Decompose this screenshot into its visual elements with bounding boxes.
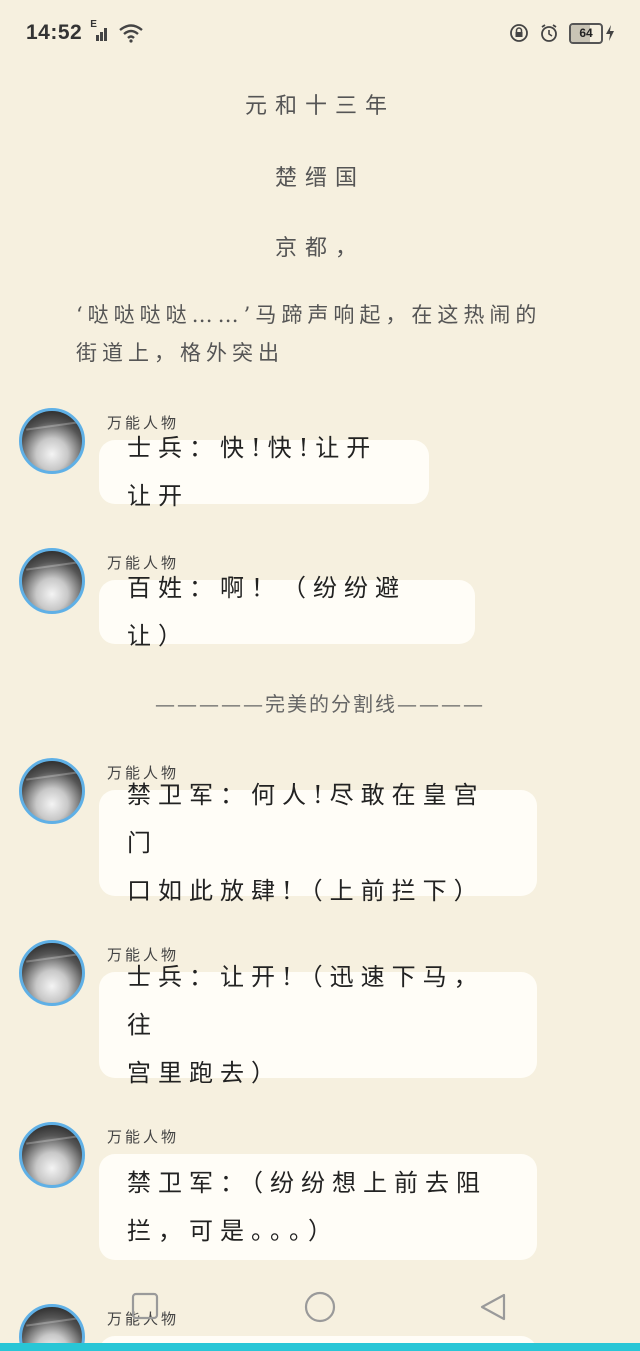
status-left: 14:52 E: [26, 19, 144, 45]
narration-year: 元和十三年: [244, 94, 395, 119]
avatar[interactable]: [19, 408, 85, 474]
message-bubble: 禁卫军：何人!尽敢在皇宫门 口如此放肆!（上前拦下）: [99, 781, 537, 905]
message-bubble: 禁卫军：（纷纷想上前去阻 拦，可是。。。）: [99, 1154, 537, 1260]
message-bubble: 百姓：啊！（纷纷避让）: [99, 574, 475, 650]
network-type-label: E: [90, 19, 97, 30]
section-divider: —————完美的分割线————: [155, 692, 485, 716]
home-button[interactable]: [303, 1290, 337, 1328]
battery-icon: 64: [569, 22, 603, 44]
narration-paragraph: ‘哒哒哒哒……’马蹄声响起，在这热闹的街道上，格外突出: [76, 303, 542, 365]
cellular-signal-icon: E: [90, 19, 110, 43]
message-bubble: 士兵：让开!（迅速下马，往 宫里跑去）: [99, 963, 537, 1087]
narration-capital: 京都，: [274, 236, 365, 261]
status-bar: 14:52 E 64: [0, 0, 640, 66]
battery-level: 64: [579, 26, 593, 40]
status-time: 14:52: [26, 21, 83, 44]
battery-indicator: 64: [569, 22, 614, 44]
status-right: 64: [509, 22, 614, 44]
message-text-line: 宫里跑去）: [127, 1059, 282, 1087]
triangle-back-icon: [478, 1292, 508, 1322]
message-text-line: 禁卫军：（纷纷想上前去阻: [127, 1169, 487, 1197]
bottom-strip: [0, 1343, 640, 1351]
square-recents-icon: [131, 1292, 159, 1320]
wifi-icon: [118, 23, 144, 43]
message-text: 百姓：啊！（纷纷避让）: [127, 574, 406, 650]
speaker-name: 万能人物: [107, 1128, 180, 1146]
avatar[interactable]: [19, 940, 85, 1006]
charging-bolt-icon: [606, 25, 614, 41]
avatar[interactable]: [19, 1122, 85, 1188]
alarm-clock-icon: [539, 23, 559, 43]
circle-home-icon: [303, 1290, 337, 1324]
back-button[interactable]: [478, 1292, 508, 1326]
avatar[interactable]: [19, 548, 85, 614]
message-text-line: 禁卫军：何人!尽敢在皇宫门: [127, 781, 485, 857]
message-bubble: 士兵：快!快!让开让开: [99, 434, 429, 510]
narration-country: 楚缙国: [274, 166, 365, 191]
message-text: 士兵：快!快!让开让开: [127, 434, 378, 510]
recents-button[interactable]: [131, 1292, 159, 1324]
avatar[interactable]: [19, 758, 85, 824]
message-text-line: 口如此放肆!（上前拦下）: [127, 877, 485, 905]
message-text-line: 士兵：让开!（迅速下马，往: [127, 963, 485, 1039]
lock-rotation-icon: [509, 23, 529, 43]
message-text-line: 拦，可是。。。）: [127, 1217, 339, 1245]
